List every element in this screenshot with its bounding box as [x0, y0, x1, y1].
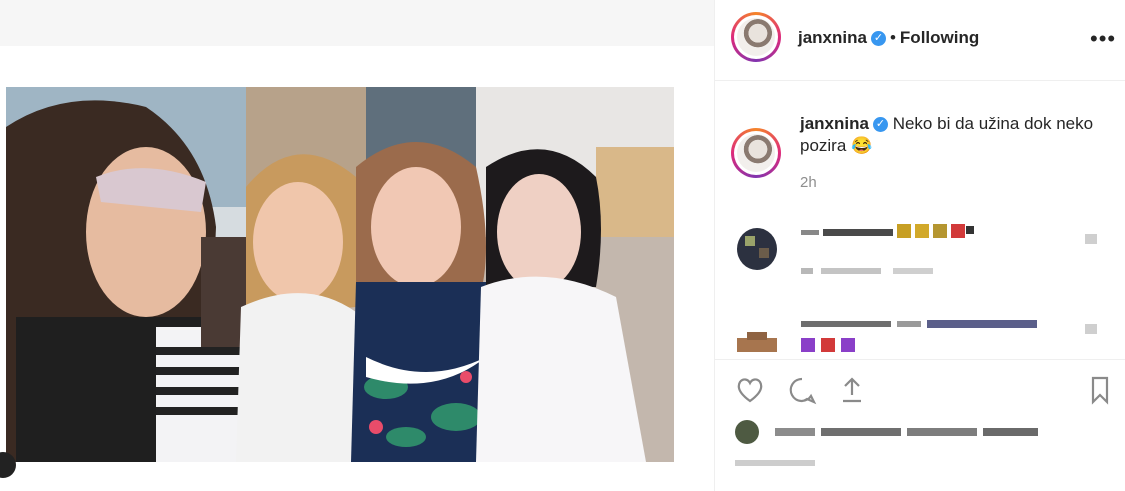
share-icon[interactable] — [837, 375, 867, 409]
caption-author-avatar[interactable] — [731, 128, 781, 178]
comment-meta-pixelated — [801, 265, 941, 277]
post-photo[interactable] — [6, 87, 674, 462]
post-media-pane — [0, 0, 715, 491]
comment-avatar[interactable] — [737, 228, 777, 270]
liked-by-pixelated — [735, 420, 1055, 444]
post-caption: janxnina ✓ Neko bi da užina dok neko pozi… — [800, 113, 1100, 157]
post-details-pane: janxnina ✓ • Following ••• janxnina ✓ Neko b… — [715, 0, 1125, 491]
header-username[interactable]: janxnina — [798, 28, 867, 47]
comment-2-text-pixelated — [801, 318, 1061, 354]
following-button[interactable]: Following — [900, 28, 979, 47]
post-age-pixelated — [735, 458, 815, 468]
caption-verified-badge-icon: ✓ — [872, 117, 888, 133]
verified-badge-icon: ✓ — [870, 31, 886, 47]
header-user-line: janxnina ✓ • Following — [798, 28, 979, 48]
bookmark-icon[interactable] — [1085, 375, 1115, 409]
comment-like-heart-icon[interactable] — [1085, 232, 1097, 246]
comment-2-like-heart-icon[interactable] — [1085, 322, 1097, 336]
heart-icon[interactable] — [735, 375, 765, 409]
comment-icon[interactable] — [787, 375, 817, 409]
separator-dot: • — [889, 28, 896, 47]
top-feed-strip — [0, 0, 715, 46]
comment-avatar-2[interactable] — [737, 330, 777, 352]
post-timestamp: 2h — [800, 174, 817, 191]
caption-username[interactable]: janxnina — [800, 114, 869, 133]
author-avatar[interactable] — [731, 12, 781, 62]
more-options-icon[interactable]: ••• — [1090, 26, 1116, 52]
actions-divider — [715, 359, 1125, 360]
post-header: janxnina ✓ • Following ••• — [715, 0, 1125, 81]
comment-text-pixelated — [801, 224, 1001, 242]
